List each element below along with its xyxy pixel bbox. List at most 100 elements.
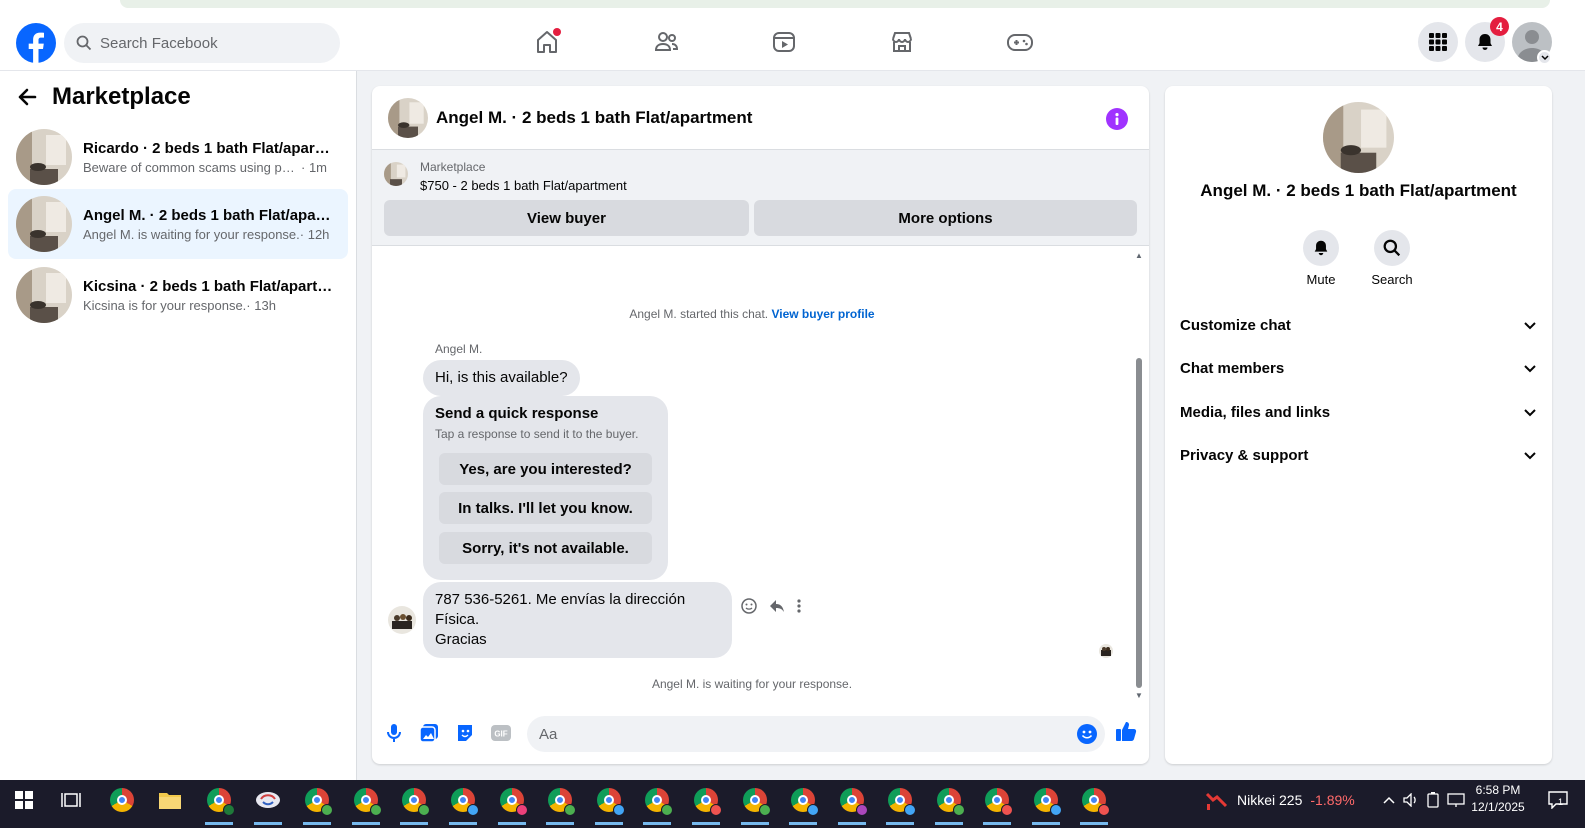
stock-change: -1.89% — [1310, 792, 1355, 808]
message-input[interactable] — [539, 725, 1039, 743]
view-buyer-profile-link[interactable]: View buyer profile — [771, 307, 874, 321]
message-input-box[interactable] — [527, 716, 1105, 752]
sticker-icon[interactable] — [454, 722, 476, 744]
taskbar-app[interactable] — [344, 780, 388, 825]
message-bubble[interactable]: Hi, is this available? — [423, 360, 580, 396]
nav-tab-friends[interactable] — [636, 20, 696, 64]
quick-response-option[interactable]: Yes, are you interested? — [439, 453, 652, 485]
scroll-up-arrow-icon[interactable]: ▲ — [1134, 250, 1144, 260]
conversation-item[interactable]: Kicsina · 2 beds 1 bath Flat/apartment Ki… — [8, 260, 348, 330]
quick-response-option[interactable]: In talks. I'll let you know. — [439, 492, 652, 524]
network-icon[interactable] — [1447, 793, 1465, 807]
conversation-snippet: Kicsina is for your response. — [83, 297, 247, 313]
chrome-icon — [597, 788, 625, 816]
taskbar-app[interactable] — [733, 780, 777, 825]
section-media-files-links[interactable]: Media, files and links — [1180, 398, 1537, 426]
taskbar-app[interactable] — [975, 780, 1019, 825]
taskbar-app[interactable] — [635, 780, 679, 825]
taskbar-app[interactable] — [684, 780, 728, 825]
taskbar-app[interactable] — [538, 780, 582, 825]
section-customize-chat[interactable]: Customize chat — [1180, 311, 1537, 339]
chrome-icon — [694, 788, 722, 816]
back-arrow-icon[interactable] — [16, 86, 38, 108]
photo-icon[interactable] — [418, 722, 440, 744]
react-emoji-icon[interactable] — [740, 597, 758, 615]
chevron-down-icon[interactable] — [1537, 50, 1552, 65]
section-label: Customize chat — [1180, 316, 1291, 334]
home-notification-dot — [553, 28, 561, 36]
taskbar-app[interactable] — [1024, 780, 1068, 825]
nav-tab-video[interactable] — [754, 20, 814, 64]
listing-thumbnail — [384, 162, 408, 186]
section-privacy-support[interactable]: Privacy & support — [1180, 441, 1537, 469]
mute-button[interactable]: Mute — [1291, 230, 1351, 287]
like-thumbs-up-icon[interactable] — [1115, 720, 1137, 742]
system-tray: Nikkei 225 -1.89% — [1205, 780, 1465, 820]
gif-icon[interactable]: GIF — [490, 722, 512, 744]
taskbar-app[interactable] — [148, 780, 192, 820]
reply-icon[interactable] — [768, 597, 786, 615]
more-options-button[interactable]: More options — [754, 200, 1137, 236]
chevron-up-icon[interactable] — [1383, 796, 1395, 804]
taskbar-app[interactable] — [927, 780, 971, 825]
taskbar-app[interactable] — [781, 780, 825, 825]
quick-response-subtitle: Tap a response to send it to the buyer. — [435, 427, 639, 441]
stock-chart-icon[interactable] — [1205, 790, 1229, 810]
taskbar-app[interactable] — [246, 780, 290, 825]
scroll-thumb[interactable] — [1136, 358, 1142, 688]
taskbar-app[interactable] — [441, 780, 485, 825]
taskbar-app[interactable] — [197, 780, 241, 825]
search-bar[interactable] — [64, 23, 340, 63]
chat-scrollbar[interactable]: ▲ ▼ — [1134, 250, 1144, 700]
chat-title[interactable]: Angel M. · 2 beds 1 bath Flat/apartment — [436, 108, 752, 128]
taskbar-app[interactable] — [392, 780, 436, 825]
conversation-sidebar: Marketplace Ricardo · 2 beds 1 bath Flat… — [0, 71, 357, 780]
taskbar-app[interactable] — [830, 780, 874, 825]
nav-tab-gaming[interactable] — [990, 20, 1050, 64]
conversation-item-active[interactable]: Angel M. · 2 beds 1 bath Flat/apartment A… — [8, 189, 348, 259]
view-buyer-button[interactable]: View buyer — [384, 200, 749, 236]
taskbar-app[interactable] — [295, 780, 339, 825]
conversation-item[interactable]: Ricardo · 2 beds 1 bath Flat/apartment Be… — [8, 122, 348, 192]
taskbar-app[interactable] — [587, 780, 631, 825]
chrome-icon — [305, 788, 333, 816]
battery-icon[interactable] — [1427, 792, 1439, 808]
listing-title[interactable]: $750 - 2 beds 1 bath Flat/apartment — [420, 178, 627, 193]
task-view-button[interactable] — [49, 780, 93, 820]
chrome-icon — [888, 788, 916, 816]
nav-tab-home[interactable] — [517, 20, 577, 64]
nav-tab-marketplace[interactable] — [872, 20, 932, 64]
info-icon[interactable] — [1106, 108, 1128, 130]
sender-avatar[interactable] — [388, 606, 416, 634]
message-bubble[interactable]: 787 536-5261. Me envías la dirección Fís… — [423, 582, 732, 658]
facebook-logo-icon[interactable] — [16, 23, 56, 63]
emoji-icon[interactable] — [1077, 724, 1097, 744]
more-vertical-icon[interactable] — [796, 598, 802, 614]
notification-center-button[interactable]: 1 — [1538, 780, 1578, 820]
stock-name[interactable]: Nikkei 225 — [1237, 792, 1302, 808]
search-input[interactable] — [100, 34, 320, 52]
chrome-icon — [645, 788, 673, 816]
section-label: Media, files and links — [1180, 403, 1331, 421]
search-chat-button[interactable]: Search — [1362, 230, 1422, 287]
microphone-icon[interactable] — [383, 722, 405, 744]
volume-icon[interactable] — [1403, 793, 1419, 807]
taskbar-app[interactable] — [490, 780, 534, 825]
browser-url-bar[interactable] — [120, 0, 1550, 8]
search-label: Search — [1371, 272, 1413, 287]
profile-avatar[interactable] — [1323, 102, 1394, 173]
chat-avatar[interactable] — [388, 97, 428, 138]
quick-response-title: Send a quick response — [435, 405, 599, 422]
bell-icon — [1475, 32, 1495, 52]
sender-name: Angel M. — [435, 342, 483, 356]
start-button[interactable] — [2, 780, 46, 820]
taskbar-app[interactable] — [878, 780, 922, 825]
quick-response-option[interactable]: Sorry, it's not available. — [439, 532, 652, 564]
seen-indicator-avatar — [1099, 644, 1113, 658]
menu-button[interactable] — [1418, 22, 1458, 62]
system-clock[interactable]: 6:58 PM 12/1/2025 — [1468, 782, 1528, 816]
section-chat-members[interactable]: Chat members — [1180, 354, 1537, 382]
taskbar-app[interactable] — [1072, 780, 1116, 825]
taskbar-app[interactable] — [100, 780, 144, 820]
scroll-down-arrow-icon[interactable]: ▼ — [1134, 690, 1144, 700]
